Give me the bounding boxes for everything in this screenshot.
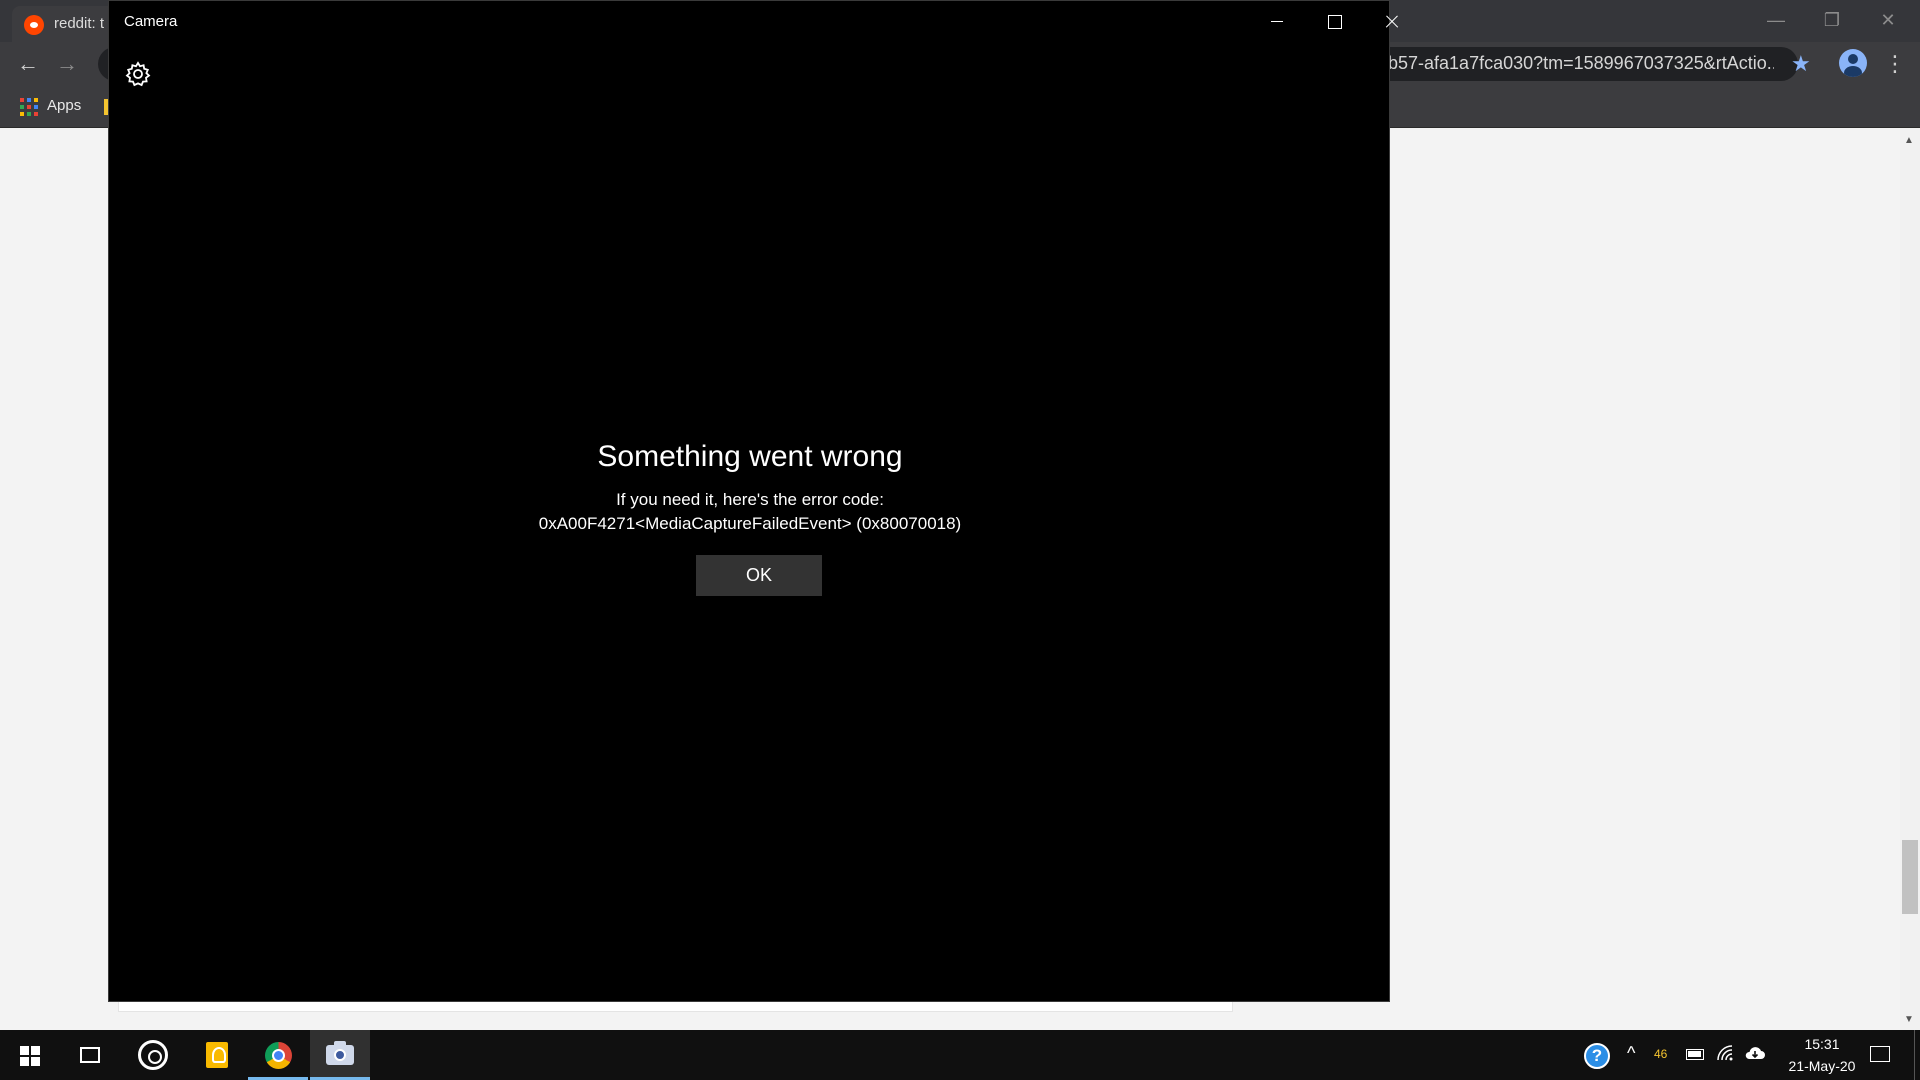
task-view-button[interactable] xyxy=(60,1030,120,1080)
camera-window: Camera Something went wrong If you need … xyxy=(108,0,1390,1002)
clock-time[interactable]: 15:31 xyxy=(1780,1036,1864,1052)
error-title: Something went wrong xyxy=(597,440,903,473)
cloud-sync-icon[interactable] xyxy=(1744,1044,1766,1062)
windows-logo-icon xyxy=(20,1046,40,1066)
show-hidden-icons-chevron-icon[interactable]: ^ xyxy=(1627,1043,1635,1064)
camera-icon xyxy=(326,1041,354,1065)
clock-date[interactable]: 21-May-20 xyxy=(1770,1058,1874,1074)
chrome-restore-button[interactable]: ❐ xyxy=(1812,6,1852,34)
task-view-icon xyxy=(80,1047,100,1063)
chrome-menu-icon[interactable]: ⋮ xyxy=(1884,51,1906,77)
profile-avatar[interactable] xyxy=(1839,49,1867,77)
tray-badge[interactable]: 46 xyxy=(1654,1047,1667,1061)
error-message: If you need it, here's the error code: xyxy=(616,490,884,509)
apps-bookmark[interactable]: Apps xyxy=(47,97,81,114)
ok-button[interactable]: OK xyxy=(696,555,822,596)
address-bar-url: b57-afa1a7fca030?tm=1589967037325&rtActi… xyxy=(1388,53,1774,73)
taskbar-keep-app[interactable] xyxy=(186,1030,246,1080)
notification-center-icon[interactable] xyxy=(1870,1046,1890,1062)
scroll-up-icon[interactable]: ▲ xyxy=(1904,135,1914,146)
settings-gear-icon[interactable] xyxy=(124,60,152,88)
wifi-icon[interactable] xyxy=(1716,1044,1734,1062)
chrome-icon xyxy=(265,1042,292,1069)
lightbulb-app-icon xyxy=(206,1042,228,1068)
chrome-tab-title: reddit: t xyxy=(54,15,105,32)
taskbar-chrome-app[interactable] xyxy=(248,1030,308,1080)
chrome-minimize-button[interactable]: — xyxy=(1756,6,1796,34)
cortana-button[interactable] xyxy=(122,1030,182,1080)
taskbar-camera-app[interactable] xyxy=(310,1030,370,1080)
reddit-icon xyxy=(24,15,44,35)
chrome-close-button[interactable]: ✕ xyxy=(1868,6,1908,34)
battery-icon[interactable] xyxy=(1686,1049,1704,1060)
start-button[interactable] xyxy=(0,1030,60,1080)
forward-button[interactable]: → xyxy=(53,50,81,78)
show-desktop-button[interactable] xyxy=(1914,1030,1915,1080)
cortana-icon xyxy=(138,1040,168,1070)
camera-window-title: Camera xyxy=(124,13,178,30)
camera-minimize-button[interactable] xyxy=(1249,1,1305,41)
camera-close-button[interactable] xyxy=(1363,1,1419,41)
camera-maximize-button[interactable] xyxy=(1306,1,1362,41)
help-question-icon[interactable]: ? xyxy=(1584,1043,1610,1069)
bookmark-star-icon[interactable]: ★ xyxy=(1791,51,1811,77)
back-button[interactable]: ← xyxy=(14,50,42,78)
scrollbar-thumb[interactable] xyxy=(1902,840,1918,914)
scroll-down-icon[interactable]: ▼ xyxy=(1904,1014,1914,1025)
apps-grid-icon xyxy=(20,98,38,116)
error-code: 0xA00F4271<MediaCaptureFailedEvent> (0x8… xyxy=(538,514,962,533)
